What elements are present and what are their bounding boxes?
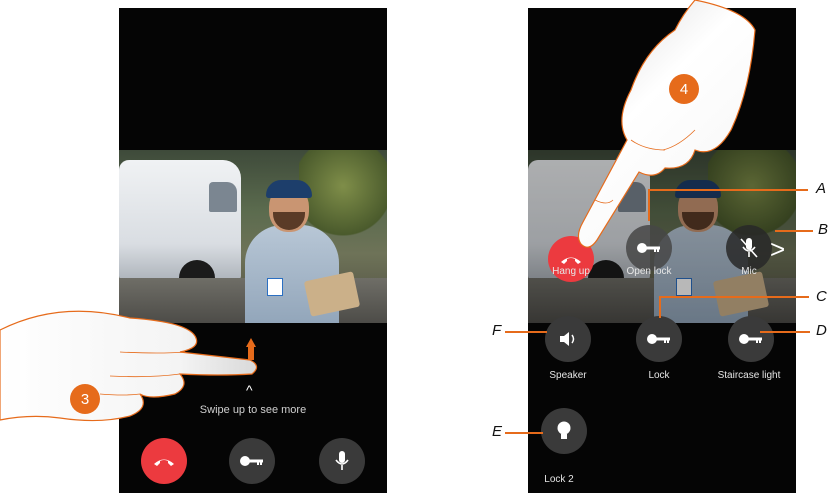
speaker-button[interactable]	[545, 316, 591, 362]
callout-c: C	[816, 288, 827, 305]
callout-line-c	[659, 296, 809, 298]
lock-label: Lock	[648, 370, 670, 381]
callout-b: B	[818, 221, 829, 238]
callout-e: E	[492, 423, 503, 440]
chevron-right-icon[interactable]: >	[770, 234, 785, 265]
mic-label: Mic	[741, 266, 757, 277]
hand-right-illustration	[577, 0, 756, 248]
hang-up-button[interactable]	[141, 438, 187, 484]
step-4-badge: 4	[669, 74, 699, 104]
callout-line-c-vertical	[659, 296, 661, 318]
callout-line-d	[760, 331, 810, 333]
staircase-light-button[interactable]	[728, 316, 774, 362]
callout-line-e	[505, 432, 543, 434]
step-3-badge: 3	[70, 384, 100, 414]
lock-2-button[interactable]	[541, 408, 587, 454]
open-lock-button[interactable]	[229, 438, 275, 484]
lock-button[interactable]	[636, 316, 682, 362]
callout-line-a-vertical	[648, 189, 650, 221]
lightbulb-icon	[557, 421, 571, 439]
staircase-light-label: Staircase light	[717, 370, 781, 381]
callout-f: F	[492, 322, 502, 339]
phone-hangup-icon	[154, 459, 174, 466]
callout-line-f	[505, 331, 547, 333]
open-lock-label: Open lock	[626, 266, 672, 277]
key-icon	[240, 456, 263, 466]
callout-d: D	[816, 322, 827, 339]
key-icon	[739, 334, 762, 344]
callout-line-b	[775, 230, 813, 232]
lock-2-label: Lock 2	[544, 474, 574, 485]
callout-line-a	[648, 189, 808, 191]
hand-left-illustration	[0, 310, 258, 422]
callout-a: A	[816, 180, 827, 197]
speaker-label: Speaker	[549, 370, 587, 381]
key-icon	[647, 334, 670, 344]
hang-up-label: Hang up	[552, 266, 590, 277]
speaker-icon	[560, 332, 575, 346]
mic-button[interactable]	[319, 438, 365, 484]
microphone-icon	[335, 451, 349, 470]
